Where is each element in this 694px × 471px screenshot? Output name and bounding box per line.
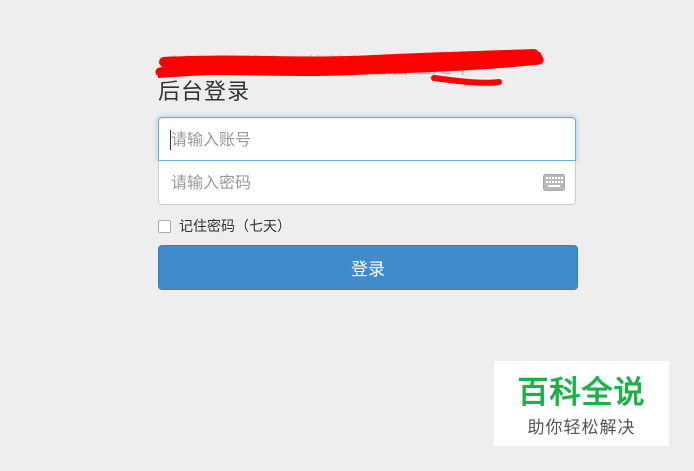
- remember-row: 记住密码（七天）: [158, 216, 291, 236]
- title-block: 后台系统技术与软件监督管理处平 后台登录: [155, 48, 578, 108]
- redacted-title-line: 后台系统技术与软件监督管理处平: [155, 48, 578, 86]
- account-field[interactable]: [158, 117, 576, 161]
- login-page: 后台系统技术与软件监督管理处平 后台登录 记住密码（七天） 登录: [0, 0, 694, 471]
- password-input[interactable]: [159, 161, 575, 204]
- text-caret: [170, 130, 171, 150]
- watermark-subtitle: 助你轻松解决: [527, 418, 636, 438]
- password-field[interactable]: [158, 161, 576, 205]
- redaction-scribble: [155, 49, 544, 86]
- login-button[interactable]: 登录: [158, 245, 578, 290]
- watermark-title: 百科全说: [517, 375, 646, 411]
- remember-checkbox[interactable]: [158, 219, 171, 233]
- account-input[interactable]: [159, 118, 575, 160]
- watermark-logo: 百科全说 助你轻松解决: [494, 361, 669, 446]
- remember-label[interactable]: 记住密码（七天）: [179, 216, 291, 236]
- keyboard-icon[interactable]: [543, 174, 565, 191]
